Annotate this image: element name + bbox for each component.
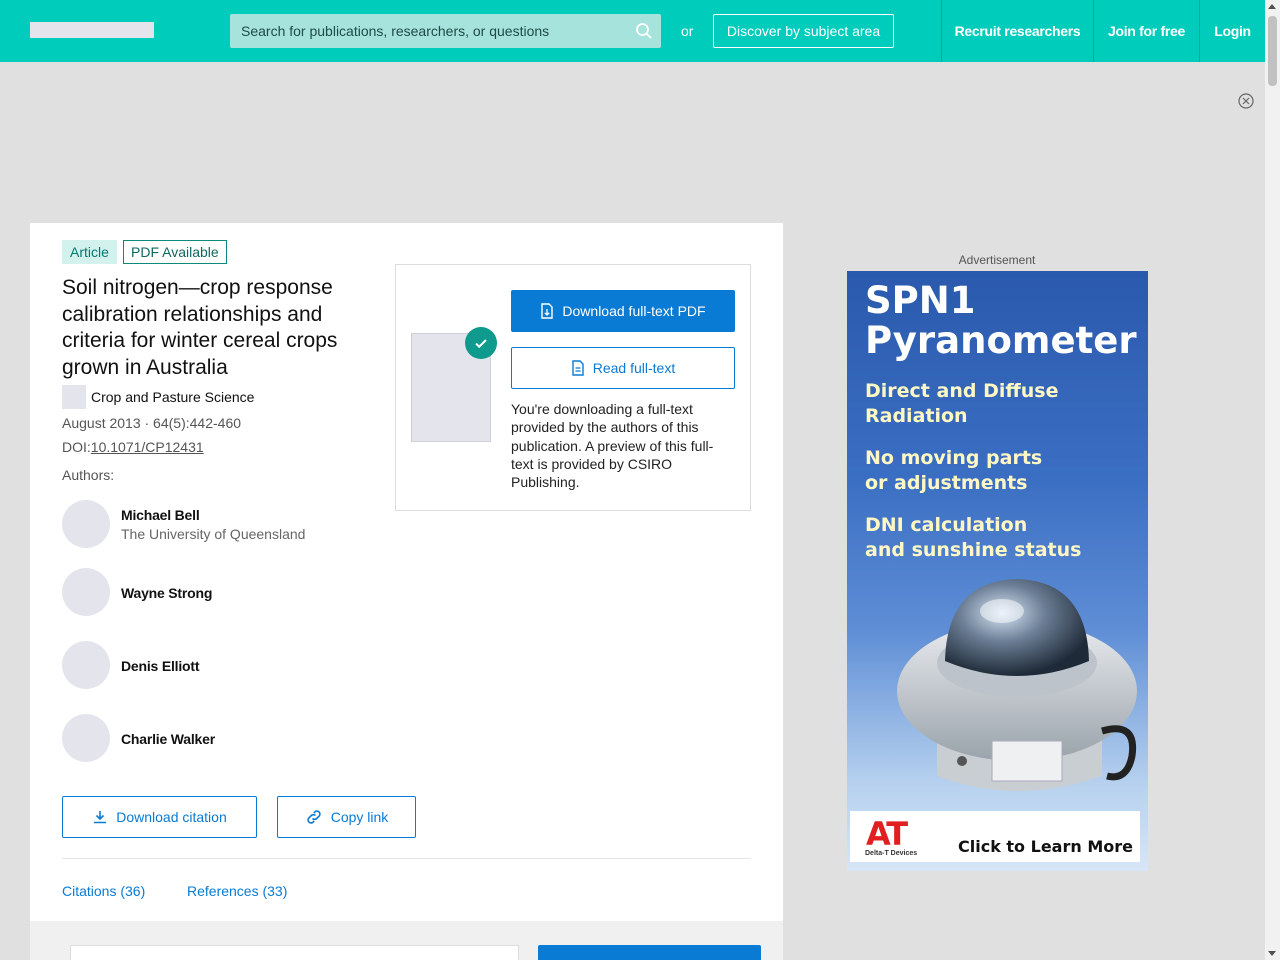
file-icon xyxy=(572,360,584,376)
author-name[interactable]: Michael Bell xyxy=(121,507,200,523)
delta-t-brand-name: Delta-T Devices xyxy=(865,850,918,857)
nav-login[interactable]: Login xyxy=(1199,0,1265,62)
author-name[interactable]: Charlie Walker xyxy=(121,731,215,747)
search-icon[interactable] xyxy=(635,22,653,40)
download-citation-button[interactable]: Download citation xyxy=(62,796,257,838)
tab-references[interactable]: References (33) xyxy=(187,883,287,899)
copy-link-label: Copy link xyxy=(330,809,389,825)
journal-thumbnail xyxy=(62,385,86,409)
card-footer xyxy=(30,921,783,960)
author-avatar[interactable] xyxy=(62,568,110,616)
pyranometer-image xyxy=(897,579,1137,791)
authors-label: Authors: xyxy=(62,467,115,483)
author-avatar[interactable] xyxy=(62,714,110,762)
advertisement-banner[interactable]: SPN1 Pyranometer Direct and Diffuse Radi… xyxy=(847,271,1148,871)
ad-feature: DNI calculation and sunshine status xyxy=(865,513,1081,563)
search-input[interactable] xyxy=(230,14,661,48)
file-download-icon xyxy=(541,303,554,319)
ad-headline-line: Pyranometer xyxy=(865,319,1137,362)
article-type-badge: Article xyxy=(62,240,117,264)
top-navbar: or Discover by subject area Recruit rese… xyxy=(0,0,1265,62)
pdf-available-badge: PDF Available xyxy=(123,240,227,264)
footer-button[interactable] xyxy=(538,945,761,960)
ad-headline: SPN1 Pyranometer xyxy=(865,281,1137,361)
journal-name[interactable]: Crop and Pasture Science xyxy=(91,389,254,405)
nav-join-for-free[interactable]: Join for free xyxy=(1093,0,1199,62)
copy-link-button[interactable]: Copy link xyxy=(277,796,416,838)
doi-label: DOI: xyxy=(62,439,91,455)
ad-feature: Direct and Diffuse Radiation xyxy=(865,379,1058,429)
or-text: or xyxy=(681,23,694,39)
author-avatar[interactable] xyxy=(62,641,110,689)
check-icon xyxy=(465,327,497,359)
ad-feature-line: Direct and Diffuse xyxy=(865,380,1059,402)
scroll-up-arrow-icon[interactable] xyxy=(1268,4,1276,9)
page-scrollbar[interactable] xyxy=(1265,0,1280,960)
ad-feature-line: DNI calculation xyxy=(865,514,1028,536)
tab-citations[interactable]: Citations (36) xyxy=(62,883,145,899)
scrollbar-thumb[interactable] xyxy=(1268,16,1277,86)
ad-headline-line: SPN1 xyxy=(865,279,976,322)
search-box[interactable] xyxy=(230,14,661,48)
publication-card: Article PDF Available Soil nitrogen—crop… xyxy=(30,223,783,960)
publication-meta: August 2013 · 64(5):442-460 xyxy=(62,415,242,431)
read-full-text-button[interactable]: Read full-text xyxy=(511,347,735,389)
footer-input[interactable] xyxy=(70,945,519,960)
ad-feature: No moving parts or adjustments xyxy=(865,446,1042,496)
site-logo[interactable] xyxy=(30,22,154,38)
advertisement-label: Advertisement xyxy=(958,253,1036,267)
doi-line: DOI:10.1071/CP12431 xyxy=(62,439,204,455)
author-affiliation[interactable]: The University of Queensland xyxy=(121,526,305,542)
section-divider xyxy=(62,858,751,859)
download-panel: Download full-text PDF Read full-text Yo… xyxy=(395,264,751,511)
link-icon xyxy=(307,810,321,824)
download-citation-label: Download citation xyxy=(116,809,227,825)
nav-recruit-researchers[interactable]: Recruit researchers xyxy=(941,0,1093,62)
download-note: You're downloading a full-text provided … xyxy=(511,401,714,491)
ad-cta-text[interactable]: Click to Learn More xyxy=(958,837,1133,856)
read-full-text-label: Read full-text xyxy=(592,360,676,376)
publication-title: Soil nitrogen—crop response calibration … xyxy=(62,276,338,379)
download-pdf-button[interactable]: Download full-text PDF xyxy=(511,290,735,332)
close-ad-icon[interactable] xyxy=(1238,93,1254,109)
ad-feature-line: or adjustments xyxy=(865,472,1028,494)
ad-feature-line: No moving parts xyxy=(865,447,1043,469)
doi-link[interactable]: 10.1071/CP12431 xyxy=(91,439,204,455)
download-pdf-label: Download full-text PDF xyxy=(562,303,706,319)
discover-subject-button[interactable]: Discover by subject area xyxy=(713,14,894,48)
ad-feature-line: and sunshine status xyxy=(865,539,1082,561)
author-name[interactable]: Wayne Strong xyxy=(121,585,212,601)
ad-feature-line: Radiation xyxy=(865,405,968,427)
ad-footer[interactable]: AT Delta-T Devices Click to Learn More xyxy=(850,811,1140,862)
author-name[interactable]: Denis Elliott xyxy=(121,658,199,674)
scroll-down-arrow-icon[interactable] xyxy=(1268,951,1276,956)
download-icon xyxy=(94,811,107,824)
delta-t-logo: AT xyxy=(866,815,908,853)
author-avatar[interactable] xyxy=(62,500,110,548)
